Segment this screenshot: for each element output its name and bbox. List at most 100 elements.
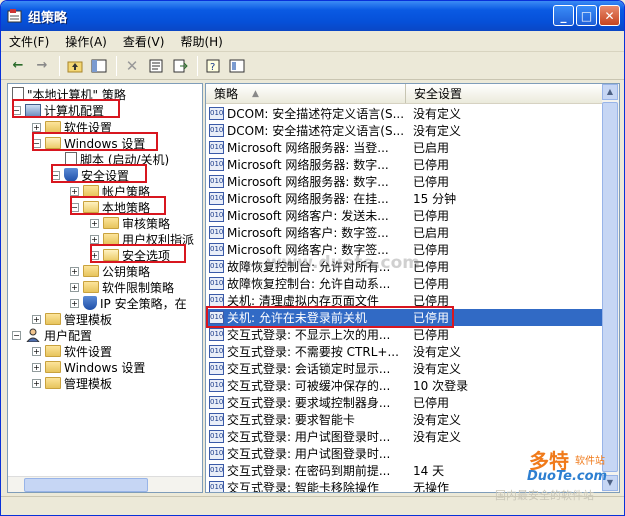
expand-icon[interactable]: + (32, 346, 41, 356)
tree-label: 管理模板 (64, 312, 113, 327)
tree-user-software-settings[interactable]: + 软件设置 (32, 343, 112, 359)
policy-setting: 已停用 (413, 328, 450, 342)
expand-icon[interactable]: + (32, 362, 41, 372)
collapse-icon[interactable]: − (12, 330, 21, 340)
policy-row[interactable]: 010 Microsoft 网络客户: 数字签... 已启用 (206, 224, 604, 241)
export-icon (173, 59, 188, 72)
tree-horizontal-scrollbar[interactable] (8, 476, 202, 492)
policy-row[interactable]: 010 Microsoft 网络服务器: 当登... 已启用 (206, 139, 604, 156)
folder-icon (83, 265, 99, 277)
policy-setting: 无操作 (413, 481, 450, 493)
policy-icon: 010 (209, 243, 224, 256)
tree-ip-security[interactable]: + IP 安全策略，在 (70, 295, 187, 311)
menu-view[interactable]: 查看(V) (115, 33, 173, 50)
view-button[interactable] (226, 55, 248, 77)
menu-help[interactable]: 帮助(H) (172, 33, 230, 50)
scrollbar-thumb[interactable] (24, 478, 148, 492)
policy-name: Microsoft 网络客户: 数字签... (227, 226, 389, 240)
tree-public-key[interactable]: + 公钥策略 (70, 263, 150, 279)
policy-name: 交互式登录: 会话锁定时显示... (227, 362, 391, 376)
tree-audit-policy[interactable]: + 审核策略 (90, 215, 170, 231)
menu-file[interactable]: 文件(F) (1, 33, 57, 50)
delete-icon: ✕ (125, 56, 139, 75)
toolbar-separator (116, 55, 117, 76)
expand-icon[interactable]: + (70, 298, 79, 308)
highlight-local-policy (70, 196, 166, 215)
tree-admin-templates[interactable]: + 管理模板 (32, 311, 112, 327)
column-label: 安全设置 (414, 87, 463, 101)
console-tree[interactable]: "本地计算机" 策略 − 计算机配置 + 软件设置 − Windows 设置 脚… (7, 83, 203, 493)
minimize-button[interactable]: _ (553, 5, 574, 26)
delete-button[interactable]: ✕ (121, 55, 143, 77)
watermark-url: DuoTe.com (527, 469, 608, 484)
policy-row[interactable]: 010 Microsoft 网络服务器: 数字... 已停用 (206, 156, 604, 173)
policy-list[interactable]: 策略 ▲ 安全设置 010 DCOM: 安全描述符定义语言(S... 没有定义 010 D… (205, 83, 620, 493)
policy-row[interactable]: 010 交互式登录: 要求智能卡 没有定义 (206, 411, 604, 428)
policy-setting: 10 次登录 (413, 379, 469, 393)
policy-icon: 010 (209, 141, 224, 154)
list-vertical-scrollbar[interactable]: ▲ ▼ (602, 84, 619, 492)
group-policy-window: 组策略 _ □ ✕ 文件(F) 操作(A) 查看(V) 帮助(H) ← → ✕ … (0, 0, 625, 516)
up-button[interactable] (64, 55, 86, 77)
policy-icon: 010 (209, 277, 224, 290)
expand-icon[interactable]: + (70, 186, 79, 196)
tree-user-windows-settings[interactable]: + Windows 设置 (32, 359, 145, 375)
expand-icon[interactable]: + (32, 122, 41, 132)
policy-setting: 已停用 (413, 175, 450, 189)
policy-row[interactable]: 010 故障恢复控制台: 允许自动系... 已停用 (206, 275, 604, 292)
expand-icon[interactable]: + (32, 378, 41, 388)
policy-row[interactable]: 010 交互式登录: 会话锁定时显示... 没有定义 (206, 360, 604, 377)
expand-icon[interactable]: + (90, 234, 99, 244)
policy-row[interactable]: 010 交互式登录: 用户试图登录时... 没有定义 (206, 428, 604, 445)
close-button[interactable]: ✕ (599, 5, 620, 26)
column-header-policy[interactable]: 策略 ▲ (206, 84, 406, 103)
scrollbar-thumb[interactable] (602, 102, 618, 472)
policy-row[interactable]: 010 DCOM: 安全描述符定义语言(S... 没有定义 (206, 105, 604, 122)
back-button[interactable]: ← (7, 55, 29, 77)
properties-button[interactable] (145, 55, 167, 77)
expand-icon[interactable]: + (70, 282, 79, 292)
column-label: 策略 (214, 87, 239, 101)
title-bar[interactable]: 组策略 _ □ ✕ (1, 1, 624, 31)
export-list-button[interactable] (169, 55, 191, 77)
watermark-brand-sub: 软件站 (575, 456, 605, 467)
tree-label: 公钥策略 (102, 264, 151, 279)
ip-security-icon (83, 296, 97, 310)
policy-row[interactable]: 010 交互式登录: 要求域控制器身... 已停用 (206, 394, 604, 411)
policy-row[interactable]: 010 Microsoft 网络服务器: 在挂... 15 分钟 (206, 190, 604, 207)
policy-row[interactable]: 010 DCOM: 安全描述符定义语言(S... 没有定义 (206, 122, 604, 139)
forward-icon: → (36, 58, 48, 73)
policy-name: 故障恢复控制台: 允许自动系... (227, 277, 391, 291)
tree-label: IP 安全策略，在 (100, 296, 187, 311)
policy-row[interactable]: 010 Microsoft 网络服务器: 数字... 已停用 (206, 173, 604, 190)
policy-setting: 已停用 (413, 277, 450, 291)
policy-setting: 已停用 (413, 209, 450, 223)
expand-icon[interactable]: + (90, 218, 99, 228)
show-hide-tree-button[interactable] (88, 55, 110, 77)
tree-label: 审核策略 (122, 216, 171, 231)
toolbar: ← → ✕ ? (1, 52, 624, 80)
window-title: 组策略 (28, 10, 68, 26)
folder-icon (45, 361, 61, 373)
maximize-button[interactable]: □ (576, 5, 597, 26)
policy-icon: 010 (209, 413, 224, 426)
policy-name: 交互式登录: 可被缓冲保存的... (227, 379, 391, 393)
tree-user-config[interactable]: − 用户配置 (12, 327, 92, 343)
help-button[interactable]: ? (202, 55, 224, 77)
policy-row[interactable]: 010 交互式登录: 不显示上次的用... 已停用 (206, 326, 604, 343)
column-header-setting[interactable]: 安全设置 (406, 84, 602, 103)
forward-button[interactable]: → (31, 55, 53, 77)
policy-icon: 010 (209, 328, 224, 341)
scroll-up-button[interactable]: ▲ (602, 84, 618, 100)
policy-name: 交互式登录: 不显示上次的用... (227, 328, 391, 342)
policy-row[interactable]: 010 Microsoft 网络客户: 发送未... 已停用 (206, 207, 604, 224)
expand-icon[interactable]: + (70, 266, 79, 276)
policy-row[interactable]: 010 交互式登录: 不需要按 CTRL+... 没有定义 (206, 343, 604, 360)
policy-row[interactable]: 010 交互式登录: 可被缓冲保存的... 10 次登录 (206, 377, 604, 394)
expand-icon[interactable]: + (32, 314, 41, 324)
tree-user-admin-templates[interactable]: + 管理模板 (32, 375, 112, 391)
folder-icon (45, 377, 61, 389)
policy-icon: 010 (209, 481, 224, 492)
tree-software-restriction[interactable]: + 软件限制策略 (70, 279, 174, 295)
menu-action[interactable]: 操作(A) (57, 33, 115, 50)
